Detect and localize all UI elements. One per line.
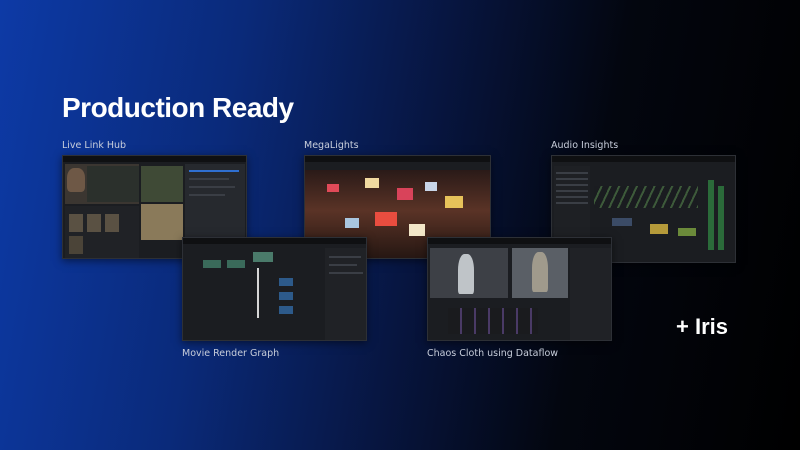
caption-live-link-hub: Live Link Hub bbox=[62, 140, 127, 151]
caption-movie-render-graph: Movie Render Graph bbox=[182, 348, 280, 359]
caption-megalights: MegaLights bbox=[304, 140, 359, 151]
iris-label: + Iris bbox=[676, 314, 728, 339]
caption-audio-insights: Audio Insights bbox=[551, 140, 619, 151]
slide-title: Production Ready bbox=[62, 92, 294, 123]
chaos-cloth-screenshot bbox=[427, 237, 612, 341]
caption-chaos-cloth: Chaos Cloth using Dataflow bbox=[427, 348, 559, 359]
movie-render-graph-screenshot bbox=[182, 237, 367, 341]
